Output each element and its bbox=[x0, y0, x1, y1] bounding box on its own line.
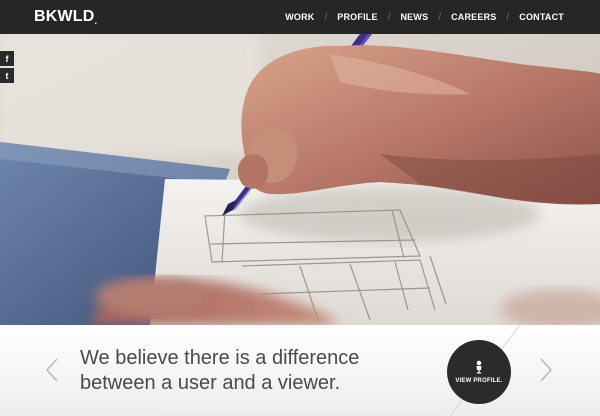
tagline-line-2: between a user and a viewer. bbox=[80, 372, 341, 394]
logo-dot: . bbox=[94, 16, 98, 26]
view-profile-button[interactable]: VIEW PROFILE. bbox=[447, 340, 511, 404]
chevron-right-icon[interactable] bbox=[538, 357, 554, 383]
social-links: f t bbox=[0, 51, 14, 83]
logo[interactable]: BKWLD. bbox=[34, 8, 97, 26]
divider-line bbox=[158, 414, 443, 415]
twitter-icon[interactable]: t bbox=[0, 68, 14, 83]
microphone-person-icon bbox=[476, 360, 482, 374]
hero-image bbox=[0, 34, 600, 325]
hero-illustration bbox=[0, 34, 600, 325]
tagline-line-1: We believe there is a difference bbox=[80, 347, 360, 369]
top-navigation-bar: BKWLD. WORK / PROFILE / NEWS / CAREERS /… bbox=[0, 0, 600, 34]
nav-item-news[interactable]: NEWS bbox=[400, 12, 428, 22]
facebook-icon[interactable]: f bbox=[0, 51, 14, 66]
logo-text: BKWLD bbox=[34, 8, 95, 25]
nav-item-profile[interactable]: PROFILE bbox=[337, 12, 377, 22]
nav-separator: / bbox=[387, 11, 391, 23]
main-nav: WORK / PROFILE / NEWS / CAREERS / CONTAC… bbox=[285, 0, 564, 34]
chevron-left-icon[interactable] bbox=[44, 357, 60, 383]
nav-item-work[interactable]: WORK bbox=[285, 12, 314, 22]
intro-band: We believe there is a difference between… bbox=[0, 325, 600, 416]
nav-item-careers[interactable]: CAREERS bbox=[451, 12, 496, 22]
nav-item-contact[interactable]: CONTACT bbox=[519, 12, 564, 22]
nav-separator: / bbox=[506, 11, 510, 23]
view-profile-label: VIEW PROFILE. bbox=[455, 378, 503, 384]
nav-separator: / bbox=[438, 11, 442, 23]
tagline: We believe there is a difference between… bbox=[80, 346, 420, 396]
nav-separator: / bbox=[324, 11, 328, 23]
